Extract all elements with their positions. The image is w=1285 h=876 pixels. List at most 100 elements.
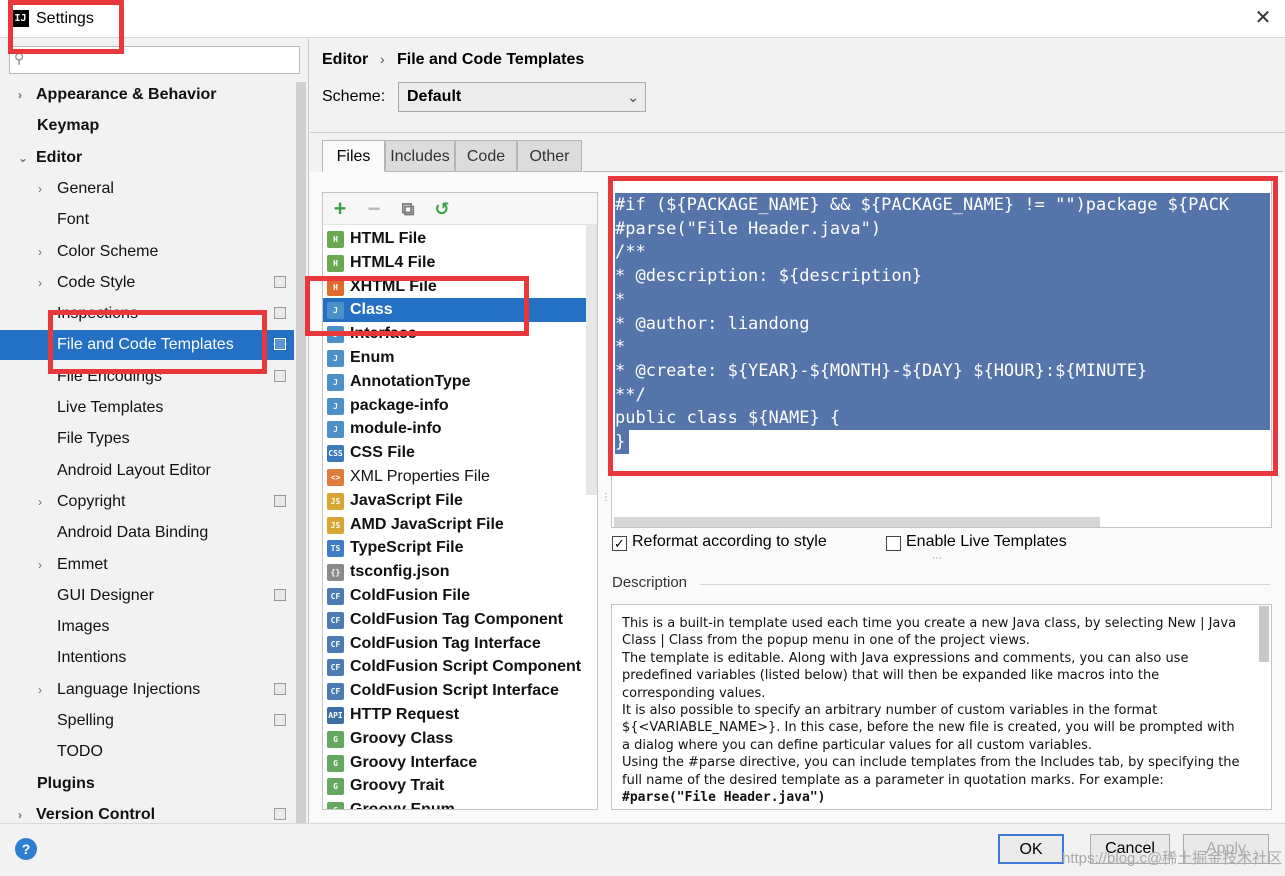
sidebar-item-label: Plugins bbox=[37, 774, 95, 792]
breadcrumb-editor[interactable]: Editor bbox=[322, 51, 368, 69]
splitter-handle[interactable]: ⋮ bbox=[601, 492, 611, 503]
sidebar-item[interactable]: ⌄ Editor bbox=[0, 143, 294, 173]
template-item[interactable]: CF ColdFusion Tag Component bbox=[323, 608, 597, 632]
ok-button[interactable]: OK bbox=[998, 834, 1064, 864]
sidebar-item[interactable]: Keymap bbox=[0, 111, 294, 141]
coldfusion-icon: CF bbox=[327, 588, 344, 605]
template-item[interactable]: CF ColdFusion Script Component bbox=[323, 655, 597, 679]
sidebar-item[interactable]: Android Data Binding bbox=[0, 518, 294, 548]
chevron-right-icon[interactable]: › bbox=[38, 550, 42, 580]
chevron-down-icon[interactable]: ⌄ bbox=[18, 143, 28, 173]
sidebar-item[interactable]: › Code Style bbox=[0, 268, 294, 298]
copy-icon[interactable]: ⧉ bbox=[396, 197, 420, 221]
sidebar-item-label: Language Injections bbox=[57, 680, 201, 698]
settings-sidebar: ⚲ › Appearance & Behavior Keymap ⌄ Editor › Ge… bbox=[0, 39, 309, 823]
sidebar-item-label: Emmet bbox=[57, 555, 108, 573]
sidebar-scrollbar[interactable] bbox=[296, 82, 306, 823]
remove-icon[interactable]: − bbox=[362, 197, 386, 221]
template-item[interactable]: <> XML Properties File bbox=[323, 465, 597, 489]
add-icon[interactable]: + bbox=[328, 197, 352, 221]
sidebar-item[interactable]: › Copyright bbox=[0, 487, 294, 517]
sidebar-item[interactable]: Font bbox=[0, 205, 294, 235]
template-item[interactable]: G Groovy Trait bbox=[323, 774, 597, 798]
template-item[interactable]: Jpackage-info bbox=[323, 394, 597, 418]
sidebar-item[interactable]: Intentions bbox=[0, 643, 294, 673]
project-scope-icon bbox=[274, 307, 286, 320]
chevron-right-icon[interactable]: › bbox=[38, 174, 42, 204]
template-item[interactable]: API HTTP Request bbox=[323, 703, 597, 727]
sidebar-item[interactable]: Android Layout Editor bbox=[0, 456, 294, 486]
template-item-label: Enum bbox=[350, 349, 395, 366]
template-item[interactable]: G Groovy Class bbox=[323, 727, 597, 751]
chevron-right-icon[interactable]: › bbox=[18, 800, 22, 823]
template-item[interactable]: JS AMD JavaScript File bbox=[323, 513, 597, 537]
sidebar-item[interactable]: Images bbox=[0, 612, 294, 642]
sidebar-item[interactable]: › Emmet bbox=[0, 550, 294, 580]
sidebar-item[interactable]: Spelling bbox=[0, 706, 294, 736]
template-item[interactable]: Jmodule-info bbox=[323, 417, 597, 441]
template-list-scrollbar[interactable] bbox=[586, 225, 597, 495]
sidebar-item[interactable]: › Language Injections bbox=[0, 675, 294, 705]
highlight-box bbox=[48, 310, 267, 374]
sidebar-item[interactable]: File Types bbox=[0, 424, 294, 454]
reformat-checkbox[interactable]: ✓ bbox=[612, 536, 627, 551]
template-item-label: ColdFusion Tag Interface bbox=[350, 634, 541, 652]
project-scope-icon bbox=[274, 807, 286, 820]
template-toolbar: + − ⧉ ↺ bbox=[323, 193, 597, 225]
tab-other[interactable]: Other bbox=[517, 140, 582, 172]
coldfusion-icon: CF bbox=[327, 635, 344, 653]
template-item[interactable]: CF ColdFusion File bbox=[323, 584, 597, 608]
template-item[interactable]: {} tsconfig.json bbox=[323, 560, 597, 584]
sidebar-item[interactable]: › Version Control bbox=[0, 800, 294, 823]
json-file-icon: {} bbox=[327, 564, 344, 582]
template-item[interactable]: TS TypeScript File bbox=[323, 536, 597, 560]
groovy-icon: G bbox=[327, 754, 344, 772]
template-item[interactable]: H HTML4 File bbox=[323, 251, 597, 275]
template-item[interactable]: JS JavaScript File bbox=[323, 489, 597, 513]
template-item-label: ColdFusion Tag Component bbox=[350, 610, 564, 628]
template-item[interactable]: J AnnotationType bbox=[323, 370, 597, 394]
template-item[interactable]: G Groovy Enum bbox=[323, 798, 597, 809]
reset-icon[interactable]: ↺ bbox=[430, 197, 454, 221]
template-item[interactable]: J Enum bbox=[323, 346, 597, 370]
java-file-icon: J bbox=[327, 421, 344, 439]
chevron-right-icon[interactable]: › bbox=[38, 675, 42, 705]
reformat-label[interactable]: Reformat according to style bbox=[632, 533, 827, 551]
editor-hscrollbar[interactable] bbox=[614, 517, 1100, 527]
live-templates-label[interactable]: Enable Live Templates bbox=[906, 533, 1067, 551]
sidebar-item[interactable]: Plugins bbox=[0, 769, 294, 799]
tab-includes[interactable]: Includes bbox=[385, 140, 455, 172]
groovy-icon: G bbox=[327, 778, 344, 796]
sidebar-item[interactable]: › General bbox=[0, 174, 294, 204]
template-item[interactable]: H HTML File bbox=[323, 227, 597, 251]
sidebar-item[interactable]: › Appearance & Behavior bbox=[0, 80, 294, 110]
template-item-label: Groovy Trait bbox=[350, 777, 445, 795]
description-scrollbar[interactable] bbox=[1259, 606, 1269, 662]
template-item-label: module-info bbox=[350, 420, 442, 438]
template-item[interactable]: CF ColdFusion Tag Interface bbox=[323, 632, 597, 656]
help-icon[interactable]: ? bbox=[15, 838, 37, 860]
sidebar-item-label: Android Data Binding bbox=[57, 524, 209, 542]
tab-code[interactable]: Code bbox=[455, 140, 517, 172]
template-item-label: tsconfig.json bbox=[350, 563, 450, 581]
sidebar-item[interactable]: GUI Designer bbox=[0, 581, 294, 611]
close-icon[interactable]: ✕ bbox=[1252, 6, 1274, 30]
check-icon: ✓ bbox=[614, 536, 625, 551]
chevron-right-icon[interactable]: › bbox=[18, 80, 22, 110]
desc-paragraph: It is also possible to specify an arbitr… bbox=[622, 703, 1235, 753]
splitter-handle[interactable]: ⋯ bbox=[932, 553, 942, 564]
chevron-right-icon[interactable]: › bbox=[38, 487, 42, 517]
template-item-label: AMD JavaScript File bbox=[350, 515, 504, 533]
project-scope-icon bbox=[274, 588, 286, 601]
sidebar-item[interactable]: Live Templates bbox=[0, 393, 294, 423]
sidebar-item[interactable]: › Color Scheme bbox=[0, 237, 294, 267]
live-templates-checkbox[interactable] bbox=[886, 536, 901, 551]
template-item[interactable]: G Groovy Interface bbox=[323, 751, 597, 775]
template-item[interactable]: CF ColdFusion Script Interface bbox=[323, 679, 597, 703]
template-item[interactable]: CSS CSS File bbox=[323, 441, 597, 465]
sidebar-item[interactable]: TODO bbox=[0, 737, 294, 767]
chevron-right-icon[interactable]: › bbox=[38, 237, 42, 267]
chevron-right-icon[interactable]: › bbox=[38, 268, 42, 298]
scheme-dropdown[interactable]: Default ⌄ bbox=[398, 82, 646, 112]
tab-files[interactable]: Files bbox=[322, 140, 385, 172]
